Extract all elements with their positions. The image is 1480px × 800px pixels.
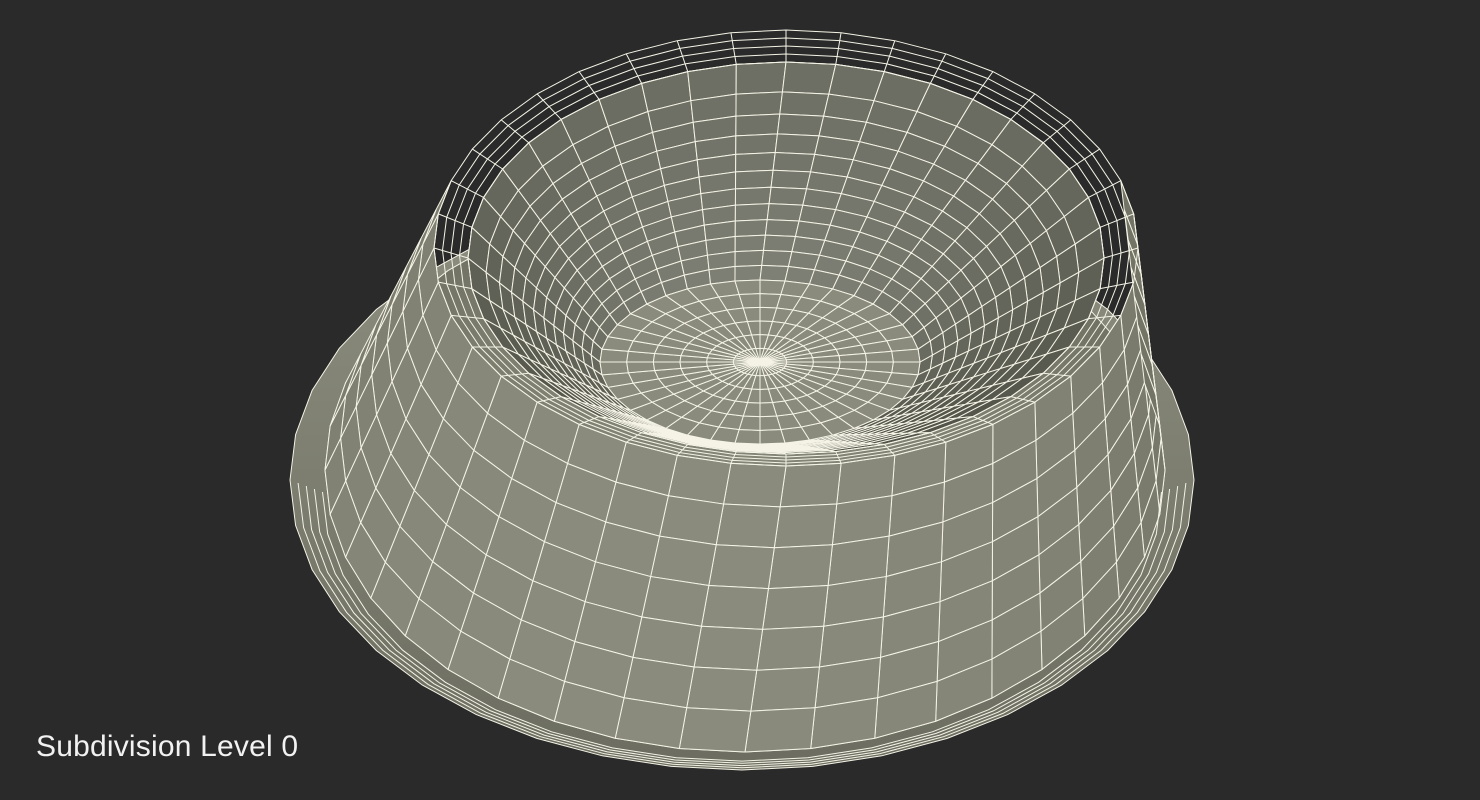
render-viewport: Subdivision Level 0 xyxy=(0,0,1480,800)
bowl-mesh xyxy=(289,29,1195,771)
wireframe-bowl-icon xyxy=(289,29,1195,771)
subdivision-level-label: Subdivision Level 0 xyxy=(36,730,299,763)
